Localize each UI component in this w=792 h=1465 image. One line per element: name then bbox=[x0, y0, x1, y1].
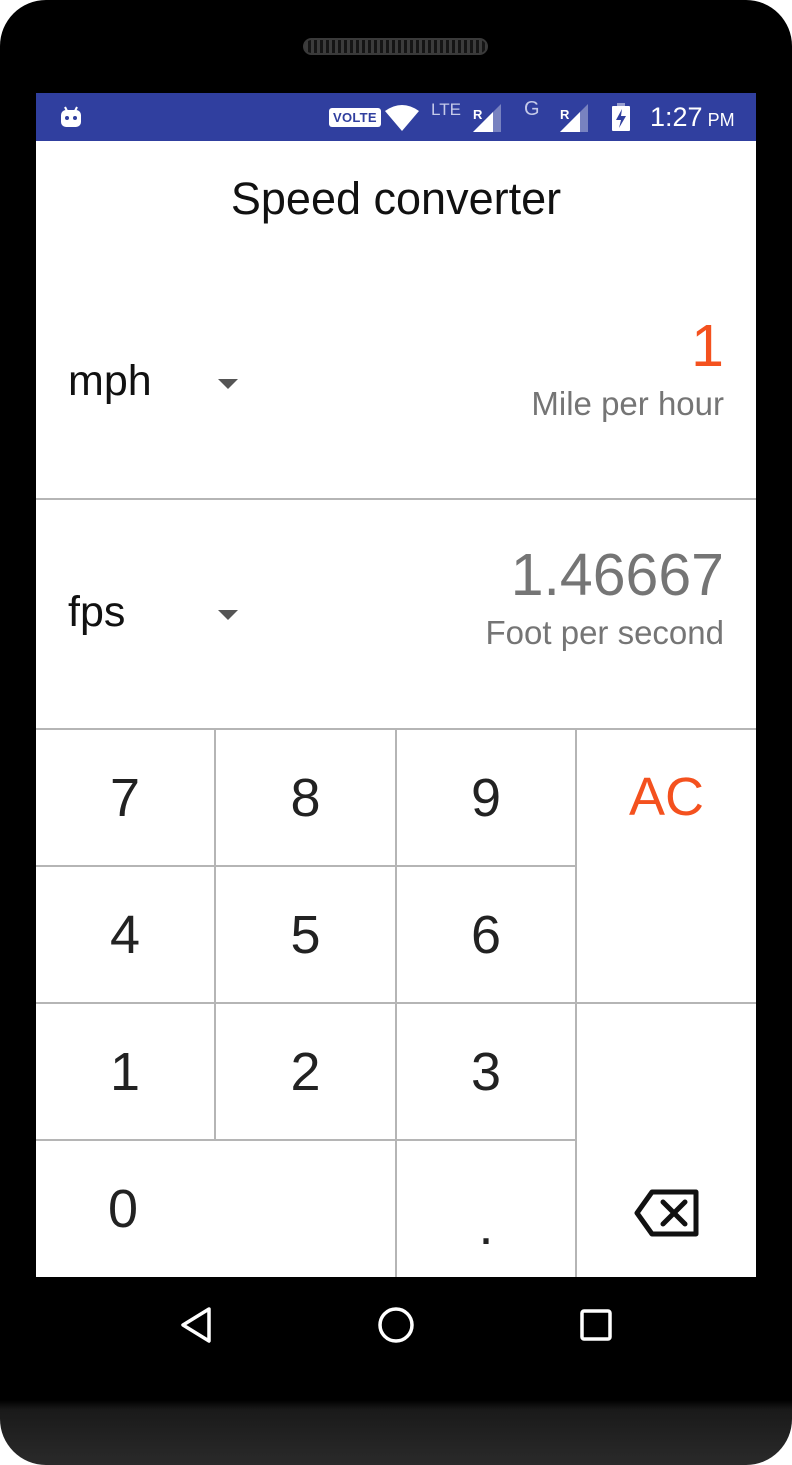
key-9[interactable]: 9 bbox=[397, 730, 577, 867]
to-unit-dropdown[interactable]: fps bbox=[68, 588, 238, 637]
to-unit-code: fps bbox=[68, 588, 126, 636]
chevron-down-icon bbox=[218, 609, 238, 620]
back-icon[interactable] bbox=[176, 1305, 216, 1345]
key-3[interactable]: 3 bbox=[397, 1004, 577, 1141]
g-network-label: G bbox=[524, 98, 540, 120]
chevron-down-icon bbox=[218, 378, 238, 389]
key-1[interactable]: 1 bbox=[36, 1004, 216, 1141]
key-7[interactable]: 7 bbox=[36, 730, 216, 867]
lte-label: LTE bbox=[431, 100, 461, 119]
status-bar: VOLTE LTE R G R 1:27 PM bbox=[36, 93, 756, 141]
clock-time: 1:27 bbox=[650, 101, 703, 132]
g-signal-indicator: G R bbox=[524, 93, 598, 141]
wifi-icon bbox=[384, 93, 420, 141]
key-decimal[interactable]: . bbox=[397, 1141, 577, 1277]
navigation-bar bbox=[36, 1277, 756, 1373]
lte-signal-indicator: LTE R bbox=[431, 93, 505, 141]
clear-button[interactable]: AC bbox=[577, 730, 756, 1004]
from-unit-code: mph bbox=[68, 357, 152, 405]
from-unit-name: Mile per hour bbox=[531, 385, 724, 422]
speaker-grille bbox=[303, 38, 488, 55]
signal-bars-icon-2 bbox=[560, 104, 588, 132]
from-value: 1 bbox=[691, 313, 724, 379]
key-4[interactable]: 4 bbox=[36, 867, 216, 1004]
key-5[interactable]: 5 bbox=[216, 867, 397, 1004]
to-value: 1.46667 bbox=[510, 542, 724, 608]
to-unit-name: Foot per second bbox=[485, 614, 724, 651]
from-unit-row: mph 1 Mile per hour bbox=[36, 271, 756, 500]
signal-bars-icon bbox=[473, 104, 501, 132]
android-notification-icon bbox=[58, 93, 84, 141]
volte-badge: VOLTE bbox=[329, 107, 381, 127]
volte-indicator: VOLTE bbox=[329, 93, 381, 141]
from-value-display[interactable]: 1 Mile per hour bbox=[531, 311, 724, 423]
to-value-display[interactable]: 1.46667 Foot per second bbox=[486, 540, 724, 652]
to-unit-row: fps 1.46667 Foot per second bbox=[36, 500, 756, 730]
key-0[interactable]: 0 bbox=[36, 1141, 397, 1277]
from-unit-dropdown[interactable]: mph bbox=[68, 357, 238, 406]
status-clock: 1:27 PM bbox=[650, 93, 735, 141]
clock-ampm: PM bbox=[707, 110, 735, 130]
battery-charging-icon bbox=[611, 93, 631, 141]
app-screen: VOLTE LTE R G R 1:27 PM Speed converter … bbox=[36, 93, 756, 1277]
backspace-button[interactable] bbox=[577, 1004, 756, 1277]
page-title: Speed converter bbox=[230, 173, 562, 224]
key-6[interactable]: 6 bbox=[397, 867, 577, 1004]
key-8[interactable]: 8 bbox=[216, 730, 397, 867]
recents-icon[interactable] bbox=[576, 1305, 616, 1345]
keypad: 7 8 9 AC 4 5 6 1 2 3 0 . bbox=[36, 730, 756, 1277]
key-2[interactable]: 2 bbox=[216, 1004, 397, 1141]
home-icon[interactable] bbox=[376, 1305, 416, 1345]
backspace-icon bbox=[634, 1189, 698, 1237]
